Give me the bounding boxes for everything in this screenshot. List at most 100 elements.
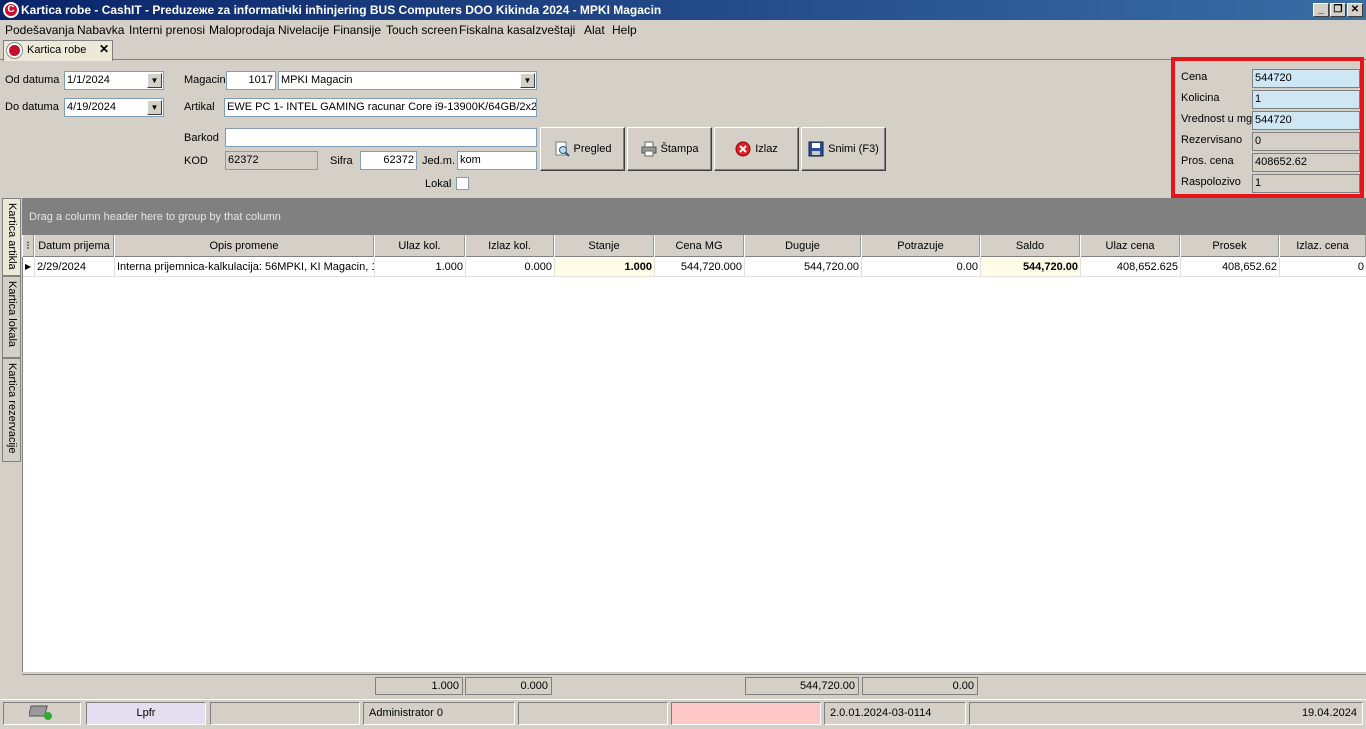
cell-prosek[interactable]: 408,652.62 bbox=[1181, 257, 1280, 277]
kod-field[interactable]: 62372 bbox=[225, 151, 318, 170]
close-icon[interactable]: ✕ bbox=[1347, 3, 1363, 17]
cell-stanje[interactable]: 1.000 bbox=[555, 257, 655, 277]
menu-nivelacije[interactable]: Nivelacije bbox=[278, 23, 329, 37]
tab-kartica-artikla[interactable]: Kartica artikla bbox=[2, 198, 21, 276]
col-opis-promene[interactable]: Opis promene bbox=[114, 235, 374, 257]
chevron-down-icon[interactable]: ▼ bbox=[147, 100, 162, 115]
status-empty-2 bbox=[518, 702, 668, 725]
tab-kartica-robe[interactable]: Kartica robe ✕ bbox=[3, 40, 113, 61]
chevron-down-icon[interactable]: ▼ bbox=[147, 73, 162, 88]
lokal-checkbox[interactable] bbox=[456, 177, 469, 190]
menu-help[interactable]: Help bbox=[612, 23, 637, 37]
minimize-icon[interactable]: _ bbox=[1313, 3, 1329, 17]
cell-datum[interactable]: 2/29/2024 bbox=[35, 257, 115, 277]
menu-alat[interactable]: Alat bbox=[584, 23, 605, 37]
col-duguje[interactable]: Duguje bbox=[744, 235, 861, 257]
artikal-field[interactable]: EWE PC 1- INTEL GAMING racunar Core i9-1… bbox=[224, 98, 537, 117]
pros-cena-label: Pros. cena bbox=[1181, 155, 1234, 167]
barkod-field[interactable] bbox=[225, 128, 537, 147]
menu-nabavka[interactable]: Nabavka bbox=[77, 23, 124, 37]
side-tabs: Kartica artikla Kartica lokala Kartica r… bbox=[0, 198, 22, 700]
cell-opis[interactable]: Interna prijemnica-kalkulacija: 56MPKI, … bbox=[115, 257, 375, 277]
pros-cena-value: 408652.62 bbox=[1252, 153, 1360, 172]
window-title: Kartica robe - CashIT - Preduzeжe za inf… bbox=[21, 3, 662, 17]
footer-duguje: 544,720.00 bbox=[745, 677, 859, 695]
col-potrazuje[interactable]: Potrazuje bbox=[861, 235, 980, 257]
izlaz-button[interactable]: Izlaz bbox=[714, 127, 799, 171]
magnifier-icon bbox=[555, 141, 570, 157]
col-ulaz-kol[interactable]: Ulaz kol. bbox=[374, 235, 465, 257]
barkod-label: Barkod bbox=[184, 132, 219, 144]
vrednost-label: Vrednost u mg bbox=[1181, 113, 1253, 125]
menu-fiskalna-kasa[interactable]: Fiskalna kasa bbox=[459, 23, 532, 37]
jedm-field[interactable]: kom bbox=[457, 151, 537, 170]
tab-kartica-rezervacije[interactable]: Kartica rezervacije bbox=[2, 358, 21, 462]
cell-izlaz-cena[interactable]: 0 bbox=[1280, 257, 1366, 277]
grid-body: ▶ 2/29/2024 Interna prijemnica-kalkulaci… bbox=[22, 257, 1366, 672]
menu-maloprodaja[interactable]: Maloprodaja bbox=[209, 23, 275, 37]
stampa-button[interactable]: Štampa bbox=[627, 127, 712, 171]
menu-finansije[interactable]: Finansije bbox=[333, 23, 381, 37]
document-tabs: Kartica robe ✕ bbox=[0, 40, 1366, 61]
magacin-code-field[interactable]: 1017 bbox=[226, 71, 276, 90]
col-izlaz-cena[interactable]: Izlaz. cena bbox=[1279, 235, 1366, 257]
snimi-button[interactable]: Snimi (F3) bbox=[801, 127, 886, 171]
do-datuma-field[interactable]: 4/19/2024 ▼ bbox=[64, 98, 164, 117]
cell-ulaz-cena[interactable]: 408,652.625 bbox=[1081, 257, 1181, 277]
magacin-select[interactable]: MPKI Magacin ▼ bbox=[278, 71, 537, 90]
cell-izlaz-kol[interactable]: 0.000 bbox=[466, 257, 555, 277]
network-icon bbox=[27, 705, 52, 720]
connection-icon[interactable] bbox=[3, 702, 81, 725]
col-stanje[interactable]: Stanje bbox=[554, 235, 654, 257]
cell-duguje[interactable]: 544,720.00 bbox=[745, 257, 862, 277]
restore-icon[interactable]: ❐ bbox=[1330, 3, 1346, 17]
menu-touch-screen[interactable]: Touch screen bbox=[386, 23, 457, 37]
od-datuma-field[interactable]: 1/1/2024 ▼ bbox=[64, 71, 164, 90]
col-ulaz-cena[interactable]: Ulaz cena bbox=[1080, 235, 1180, 257]
col-datum-prijema[interactable]: Datum prijema bbox=[34, 235, 114, 257]
group-hint: Drag a column header here to group by th… bbox=[29, 211, 281, 223]
rezervisano-label: Rezervisano bbox=[1181, 134, 1243, 146]
info-panel: Cena 544720 Kolicina 1 Vrednost u mg 544… bbox=[1171, 57, 1364, 198]
title-bar: C Kartica robe - CashIT - Preduzeжe za i… bbox=[0, 0, 1366, 20]
rezervisano-value: 0 bbox=[1252, 132, 1360, 151]
version-status: 2.0.01.2024-03-0114 bbox=[824, 702, 966, 725]
printer-icon bbox=[641, 141, 657, 157]
lpfr-status[interactable]: Lpfr bbox=[86, 702, 206, 725]
menu-interni-prenosi[interactable]: Interni prenosi bbox=[129, 23, 205, 37]
close-tab-icon[interactable]: ✕ bbox=[97, 43, 111, 57]
vrednost-value: 544720 bbox=[1252, 111, 1360, 130]
save-icon bbox=[808, 141, 824, 157]
sifra-field[interactable]: 62372 bbox=[360, 151, 417, 170]
cell-cena-mg[interactable]: 544,720.000 bbox=[655, 257, 745, 277]
col-cena-mg[interactable]: Cena MG bbox=[654, 235, 744, 257]
jedm-label: Jed.m. bbox=[422, 155, 456, 167]
menu-podesavanja[interactable]: Podešavanja bbox=[5, 23, 74, 37]
chevron-down-icon[interactable]: ▼ bbox=[520, 73, 535, 88]
cell-potrazuje[interactable]: 0.00 bbox=[862, 257, 981, 277]
grid-header: ⁝ Datum prijema Opis promene Ulaz kol. I… bbox=[22, 235, 1366, 257]
table-row[interactable]: ▶ 2/29/2024 Interna prijemnica-kalkulaci… bbox=[23, 257, 1366, 277]
footer-izlaz-kol: 0.000 bbox=[465, 677, 552, 695]
tab-kartica-lokala[interactable]: Kartica lokala bbox=[2, 276, 21, 358]
cell-saldo[interactable]: 544,720.00 bbox=[981, 257, 1081, 277]
pregled-button[interactable]: Pregled bbox=[540, 127, 625, 171]
pregled-label: Pregled bbox=[573, 143, 612, 155]
col-prosek[interactable]: Prosek bbox=[1180, 235, 1279, 257]
column-chooser-icon[interactable]: ⁝ bbox=[22, 235, 34, 257]
footer-ulaz-kol: 1.000 bbox=[375, 677, 463, 695]
exit-icon bbox=[735, 141, 751, 157]
row-indicator-icon: ▶ bbox=[23, 257, 35, 277]
group-panel[interactable]: Drag a column header here to group by th… bbox=[22, 198, 1366, 235]
kolicina-value: 1 bbox=[1252, 90, 1360, 109]
raspolozivo-label: Raspolozivo bbox=[1181, 176, 1241, 188]
menu-izvestaji[interactable]: Izveštaji bbox=[532, 23, 575, 37]
status-bar: Lpfr Administrator 0 2.0.01.2024-03-0114… bbox=[0, 699, 1366, 726]
artikal-label: Artikal bbox=[184, 101, 215, 113]
cell-ulaz-kol[interactable]: 1.000 bbox=[375, 257, 466, 277]
cena-value: 544720 bbox=[1252, 69, 1360, 88]
col-saldo[interactable]: Saldo bbox=[980, 235, 1080, 257]
cena-label: Cena bbox=[1181, 71, 1208, 83]
izlaz-label: Izlaz bbox=[755, 143, 778, 155]
col-izlaz-kol[interactable]: Izlaz kol. bbox=[465, 235, 554, 257]
